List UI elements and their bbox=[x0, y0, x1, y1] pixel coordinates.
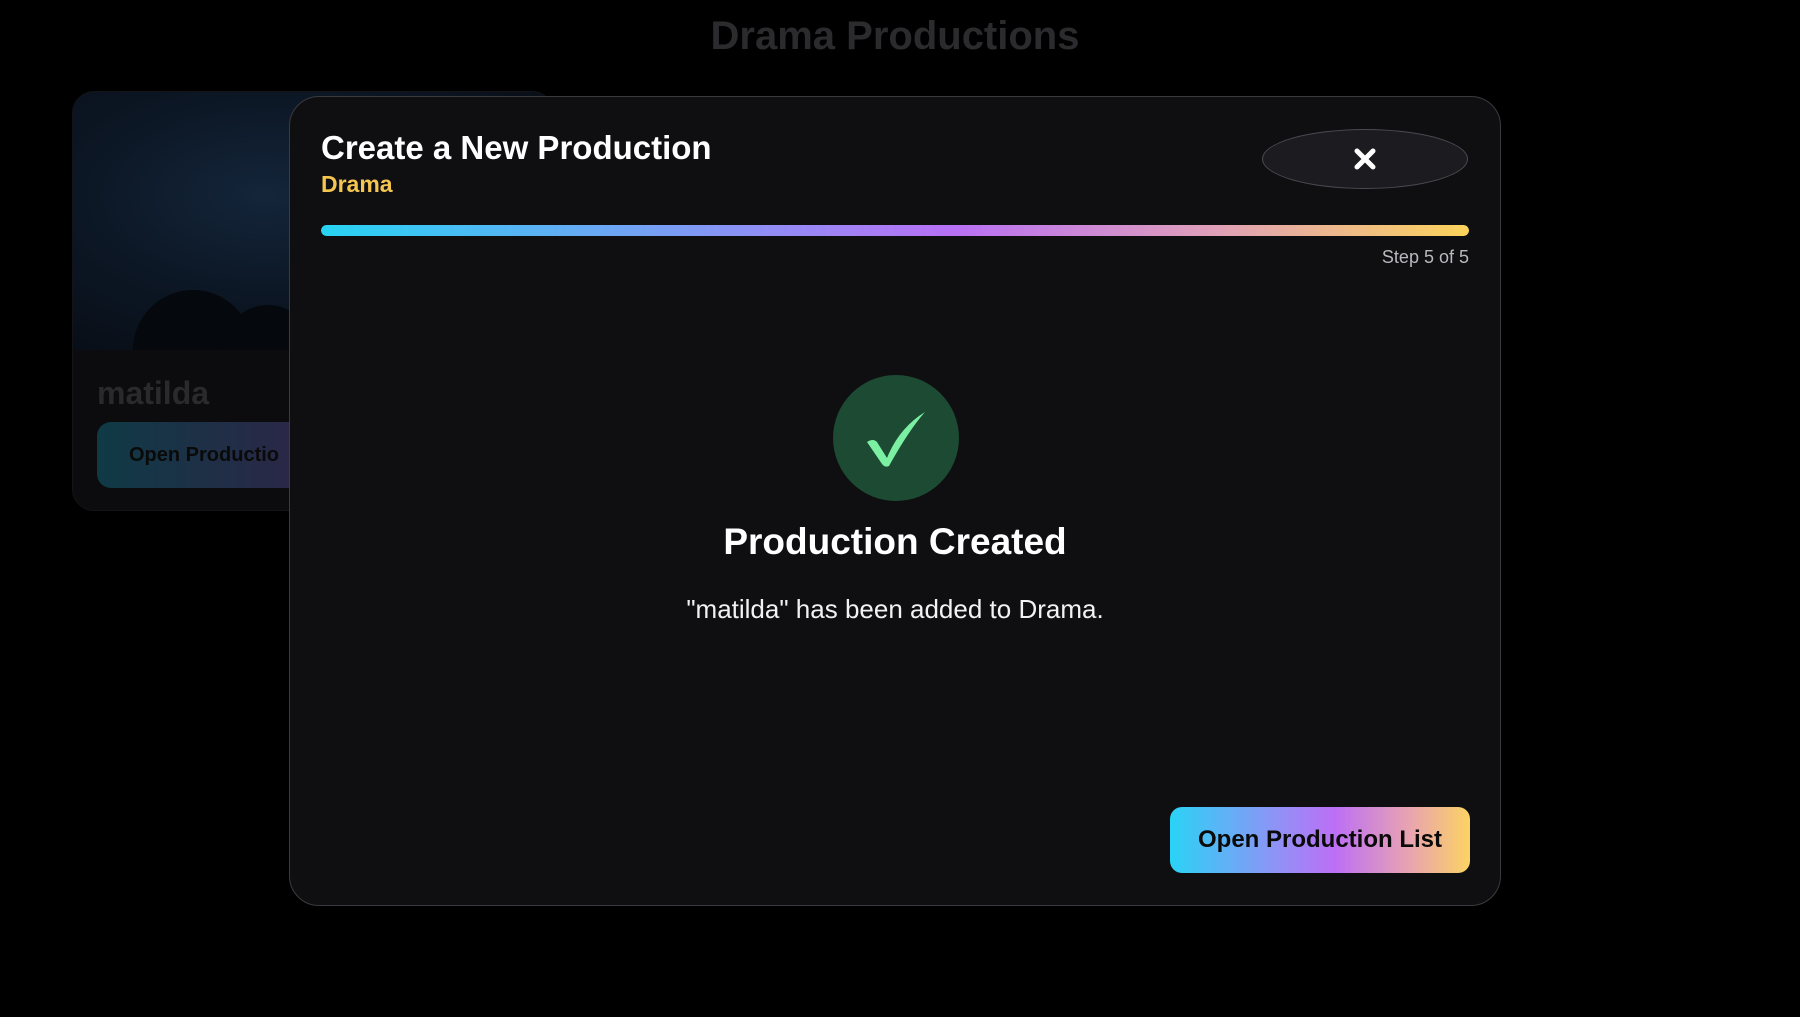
step-indicator: Step 5 of 5 bbox=[1381, 247, 1469, 267]
close-x-icon bbox=[1354, 148, 1376, 170]
success-heading: Production Created bbox=[723, 521, 1067, 562]
open-production-list-button[interactable]: Open Production List bbox=[1170, 807, 1470, 873]
close-button[interactable] bbox=[1262, 129, 1468, 189]
modal-category: Drama bbox=[321, 171, 393, 197]
success-message: "matilda" has been added to Drama. bbox=[686, 594, 1104, 624]
success-badge bbox=[833, 375, 959, 501]
create-production-modal: Create a New Production Drama Step 5 of … bbox=[289, 96, 1501, 906]
modal-title: Create a New Production bbox=[321, 129, 712, 166]
production-card-title: matilda bbox=[97, 375, 210, 411]
page-title: Drama Productions bbox=[710, 14, 1080, 58]
checkmark-icon bbox=[867, 412, 925, 467]
progress-bar bbox=[321, 225, 1469, 236]
page: Drama Productions matilda Open Productio… bbox=[0, 0, 1800, 1017]
progress-bar-fill bbox=[321, 225, 1469, 236]
